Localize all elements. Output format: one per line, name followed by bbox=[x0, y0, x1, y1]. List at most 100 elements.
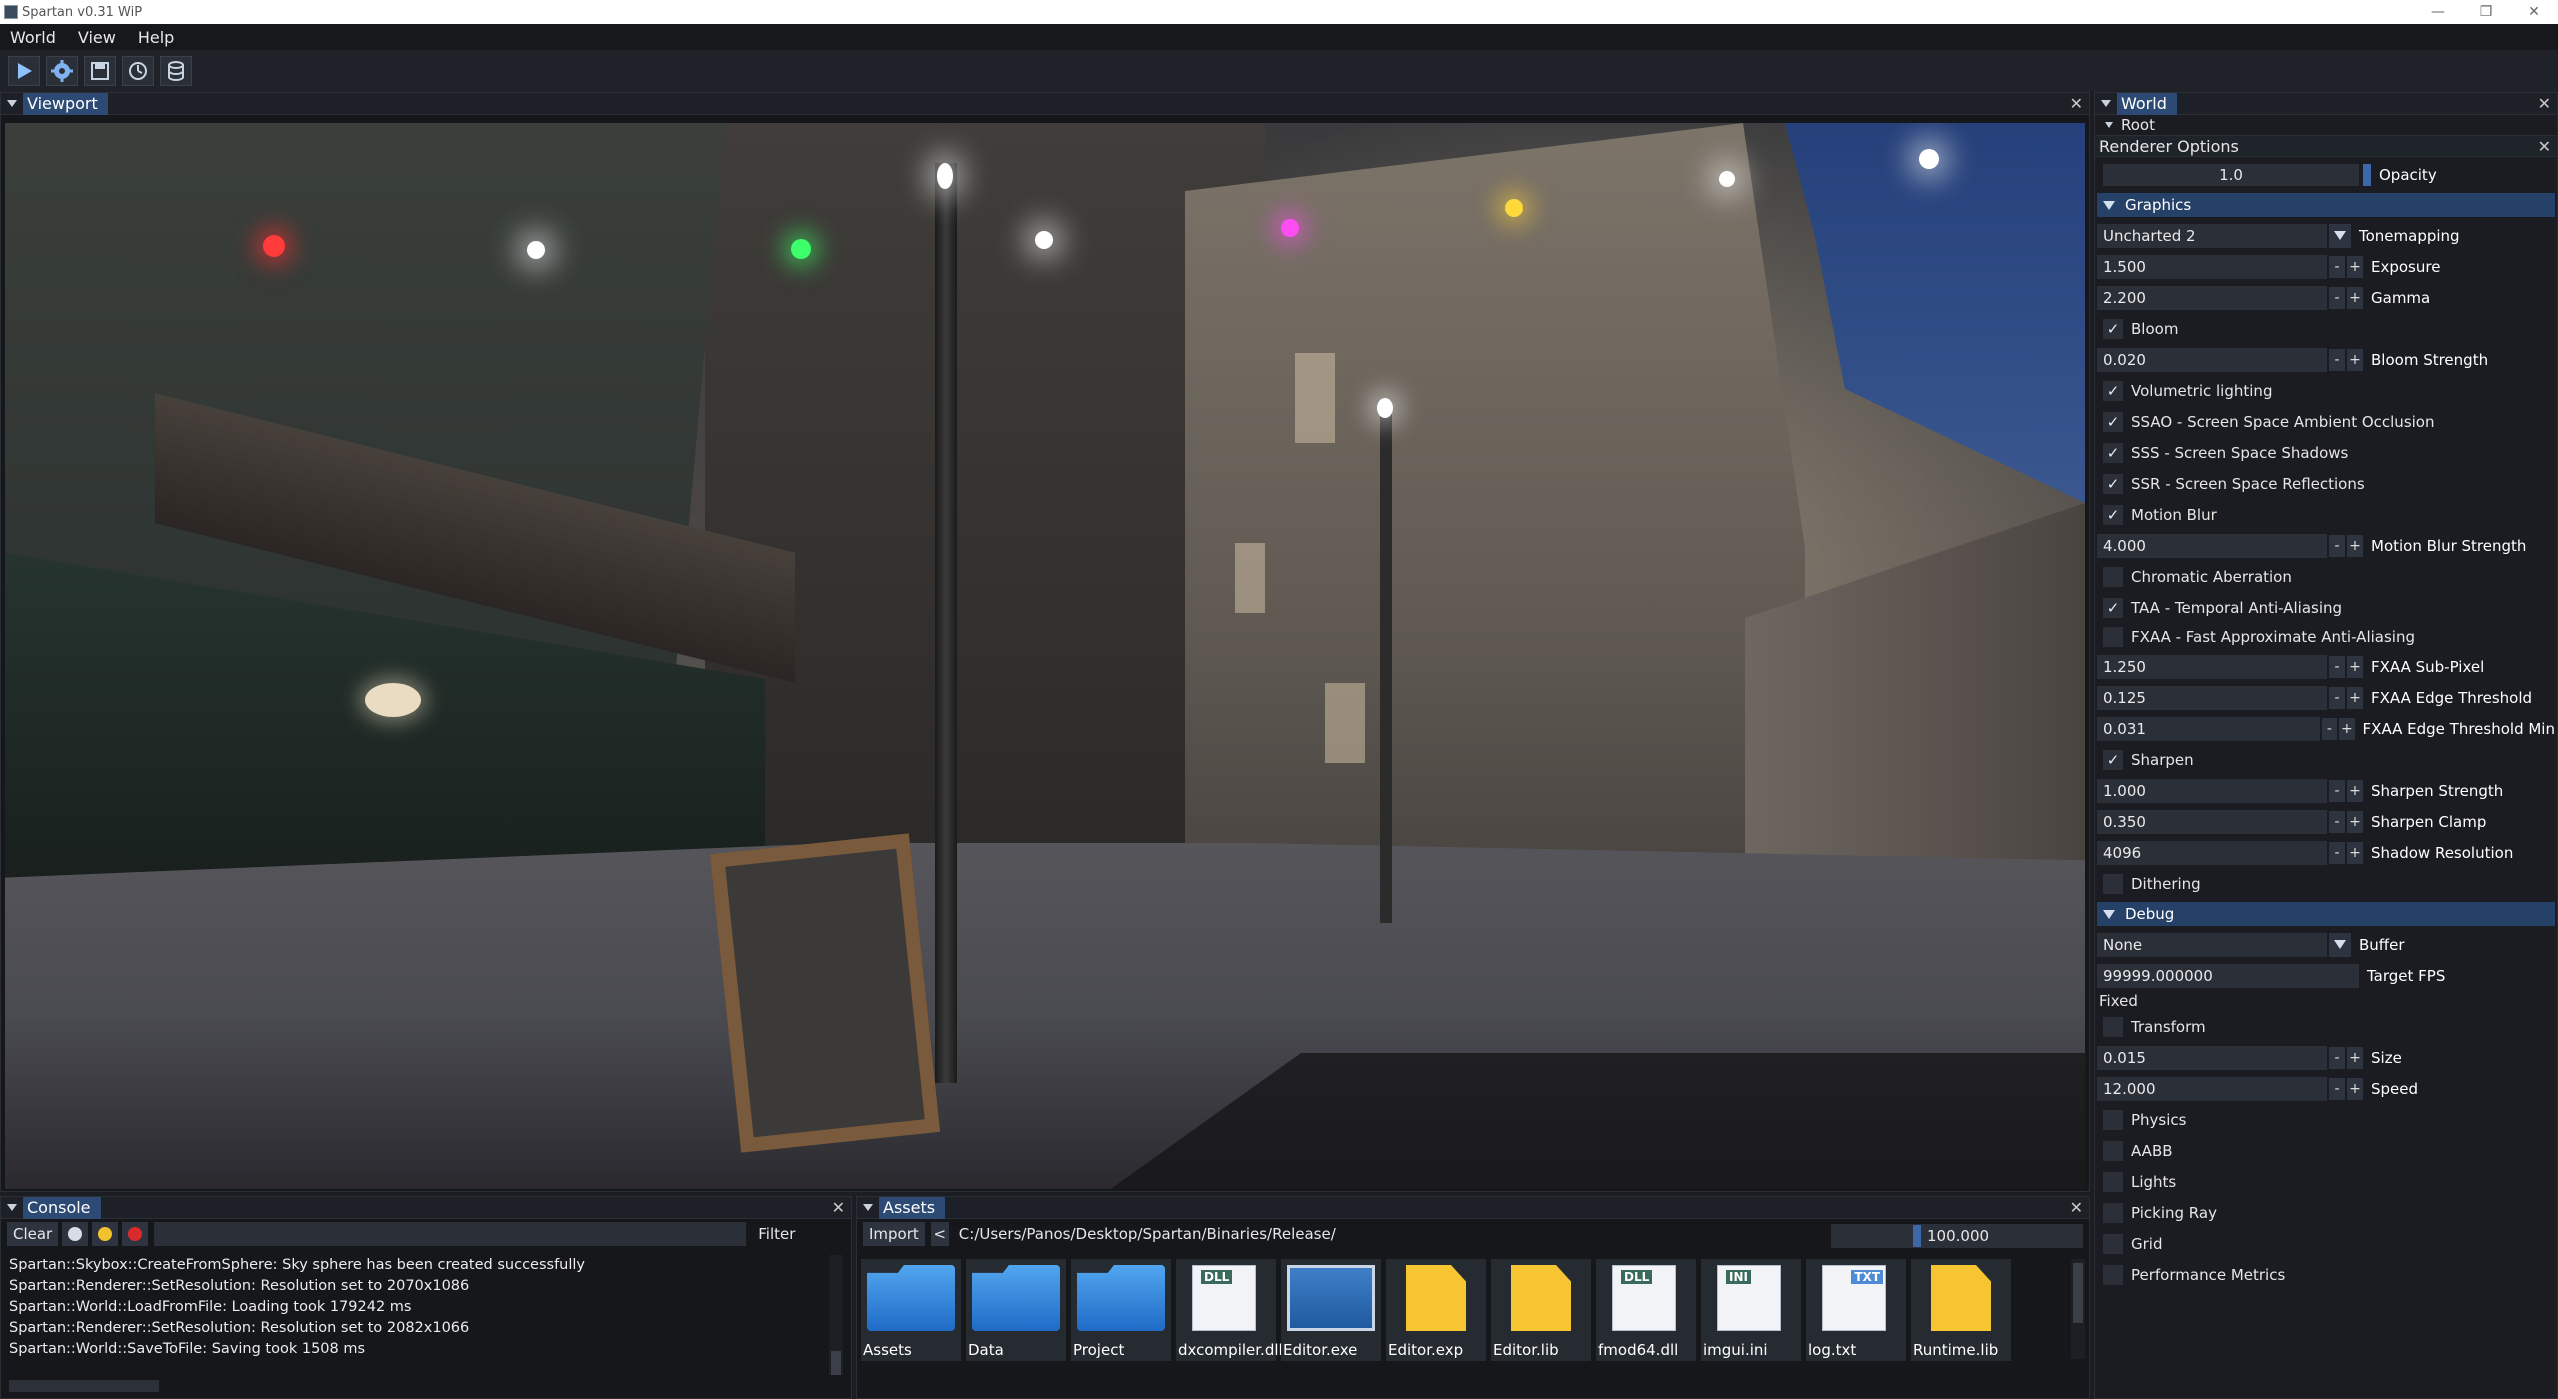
console-close-button[interactable]: ✕ bbox=[832, 1197, 845, 1219]
save-button[interactable] bbox=[84, 56, 116, 86]
bloom-strength-increment[interactable]: + bbox=[2347, 348, 2363, 371]
grid-checkbox[interactable] bbox=[2103, 1233, 2123, 1254]
speed-input[interactable]: 12.000 bbox=[2097, 1076, 2327, 1101]
resource-cache-button[interactable] bbox=[160, 56, 192, 86]
filter-input[interactable] bbox=[154, 1222, 747, 1246]
scene-render[interactable] bbox=[5, 123, 2085, 1189]
bloom-strength-input[interactable]: 0.020 bbox=[2097, 347, 2327, 372]
speed-decrement[interactable]: - bbox=[2329, 1077, 2345, 1100]
buffer-combo[interactable]: None bbox=[2097, 932, 2327, 957]
bloom-strength-decrement[interactable]: - bbox=[2329, 348, 2345, 371]
ssao-checkbox[interactable]: ✓ bbox=[2103, 411, 2123, 432]
fxaa-edge-min-input[interactable]: 0.031 bbox=[2097, 716, 2320, 741]
clear-button[interactable]: Clear bbox=[7, 1222, 59, 1246]
sharpen-strength-increment[interactable]: + bbox=[2347, 779, 2363, 802]
world-tree-root[interactable]: Root bbox=[2095, 115, 2557, 135]
profiler-button[interactable] bbox=[122, 56, 154, 86]
sharpen-clamp-input[interactable]: 0.350 bbox=[2097, 809, 2327, 834]
scrollbar-thumb[interactable] bbox=[831, 1351, 841, 1375]
renderer-options-close-button[interactable]: ✕ bbox=[2538, 137, 2551, 156]
gamma-decrement[interactable]: - bbox=[2329, 286, 2345, 309]
exposure-decrement[interactable]: - bbox=[2329, 255, 2345, 278]
gamma-increment[interactable]: + bbox=[2347, 286, 2363, 309]
motion-blur-checkbox[interactable]: ✓ bbox=[2103, 504, 2123, 525]
asset-item-file[interactable]: Editor.exe bbox=[1281, 1259, 1381, 1361]
picking-ray-checkbox[interactable] bbox=[2103, 1202, 2123, 1223]
motion-blur-strength-decrement[interactable]: - bbox=[2329, 534, 2345, 557]
motion-blur-strength-increment[interactable]: + bbox=[2347, 534, 2363, 557]
console-horizontal-scrollbar[interactable] bbox=[9, 1380, 159, 1392]
sharpen-checkbox[interactable]: ✓ bbox=[2103, 749, 2123, 770]
opacity-slider[interactable]: 1.0 bbox=[2103, 163, 2359, 186]
fxaa-edge-decrement[interactable]: - bbox=[2329, 686, 2345, 709]
play-button[interactable] bbox=[8, 56, 40, 86]
debug-section-header[interactable]: Debug bbox=[2097, 902, 2555, 926]
slider-grip[interactable] bbox=[1913, 1225, 1921, 1247]
sharpen-strength-decrement[interactable]: - bbox=[2329, 779, 2345, 802]
fxaa-subpixel-increment[interactable]: + bbox=[2347, 655, 2363, 678]
assets-vertical-scrollbar[interactable] bbox=[2071, 1259, 2085, 1359]
exposure-input[interactable]: 1.500 bbox=[2097, 254, 2327, 279]
target-fps-input[interactable]: 99999.000000 bbox=[2097, 963, 2359, 988]
gamma-input[interactable]: 2.200 bbox=[2097, 285, 2327, 310]
sharpen-clamp-decrement[interactable]: - bbox=[2329, 810, 2345, 833]
viewport-close-button[interactable]: ✕ bbox=[2070, 93, 2083, 115]
sss-checkbox[interactable]: ✓ bbox=[2103, 442, 2123, 463]
restore-button[interactable]: ❐ bbox=[2462, 0, 2510, 24]
sharpen-clamp-increment[interactable]: + bbox=[2347, 810, 2363, 833]
lights-checkbox[interactable] bbox=[2103, 1171, 2123, 1192]
aabb-checkbox[interactable] bbox=[2103, 1140, 2123, 1161]
fxaa-edge-input[interactable]: 0.125 bbox=[2097, 685, 2327, 710]
scrollbar-thumb[interactable] bbox=[2073, 1263, 2083, 1323]
asset-item-file[interactable]: Editor.lib bbox=[1491, 1259, 1591, 1361]
shadow-resolution-decrement[interactable]: - bbox=[2329, 841, 2345, 864]
assets-tab[interactable]: Assets bbox=[879, 1196, 946, 1219]
expand-icon[interactable] bbox=[2105, 122, 2113, 128]
sharpen-strength-input[interactable]: 1.000 bbox=[2097, 778, 2327, 803]
collapse-icon[interactable] bbox=[863, 1204, 873, 1211]
console-tab[interactable]: Console bbox=[23, 1196, 101, 1219]
collapse-icon[interactable] bbox=[7, 100, 17, 107]
menu-world[interactable]: World bbox=[6, 28, 60, 47]
transform-checkbox[interactable] bbox=[2103, 1016, 2123, 1037]
asset-item-file[interactable]: TXT log.txt bbox=[1806, 1259, 1906, 1361]
icon-size-slider[interactable]: 100.000 bbox=[1831, 1224, 2083, 1248]
asset-item-file[interactable]: DLL fmod64.dll bbox=[1596, 1259, 1696, 1361]
ssr-checkbox[interactable]: ✓ bbox=[2103, 473, 2123, 494]
viewport-tab[interactable]: Viewport bbox=[23, 92, 108, 115]
back-button[interactable]: < bbox=[930, 1222, 949, 1246]
graphics-section-header[interactable]: Graphics bbox=[2097, 193, 2555, 217]
size-decrement[interactable]: - bbox=[2329, 1046, 2345, 1069]
fxaa-subpixel-decrement[interactable]: - bbox=[2329, 655, 2345, 678]
buffer-dropdown-button[interactable] bbox=[2329, 932, 2351, 957]
chromatic-checkbox[interactable] bbox=[2103, 566, 2123, 587]
collapse-icon[interactable] bbox=[2101, 100, 2111, 107]
physics-checkbox[interactable] bbox=[2103, 1109, 2123, 1130]
speed-increment[interactable]: + bbox=[2347, 1077, 2363, 1100]
settings-button[interactable] bbox=[46, 56, 78, 86]
asset-item-file[interactable]: Editor.exp bbox=[1386, 1259, 1486, 1361]
console-vertical-scrollbar[interactable] bbox=[829, 1255, 843, 1375]
fxaa-edge-increment[interactable]: + bbox=[2347, 686, 2363, 709]
assets-close-button[interactable]: ✕ bbox=[2070, 1197, 2083, 1219]
asset-item-folder[interactable]: Project bbox=[1071, 1259, 1171, 1361]
fxaa-subpixel-input[interactable]: 1.250 bbox=[2097, 654, 2327, 679]
taa-checkbox[interactable]: ✓ bbox=[2103, 597, 2123, 618]
asset-item-file[interactable]: INI imgui.ini bbox=[1701, 1259, 1801, 1361]
asset-item-folder[interactable]: Data bbox=[966, 1259, 1066, 1361]
volumetric-checkbox[interactable]: ✓ bbox=[2103, 380, 2123, 401]
error-filter-button[interactable] bbox=[122, 1222, 149, 1246]
opacity-slider-grip[interactable] bbox=[2363, 163, 2371, 186]
fxaa-edge-min-decrement[interactable]: - bbox=[2321, 717, 2338, 740]
collapse-icon[interactable] bbox=[7, 1204, 17, 1211]
asset-item-file[interactable]: Runtime.lib bbox=[1911, 1259, 2011, 1361]
tonemapping-dropdown-button[interactable] bbox=[2329, 223, 2351, 248]
asset-item-file[interactable]: DLL dxcompiler.dll bbox=[1176, 1259, 1283, 1361]
motion-blur-strength-input[interactable]: 4.000 bbox=[2097, 533, 2327, 558]
warning-filter-button[interactable] bbox=[92, 1222, 119, 1246]
minimize-button[interactable]: — bbox=[2414, 0, 2462, 24]
shadow-resolution-increment[interactable]: + bbox=[2347, 841, 2363, 864]
bloom-checkbox[interactable]: ✓ bbox=[2103, 318, 2123, 339]
world-tab[interactable]: World bbox=[2117, 92, 2177, 115]
size-increment[interactable]: + bbox=[2347, 1046, 2363, 1069]
